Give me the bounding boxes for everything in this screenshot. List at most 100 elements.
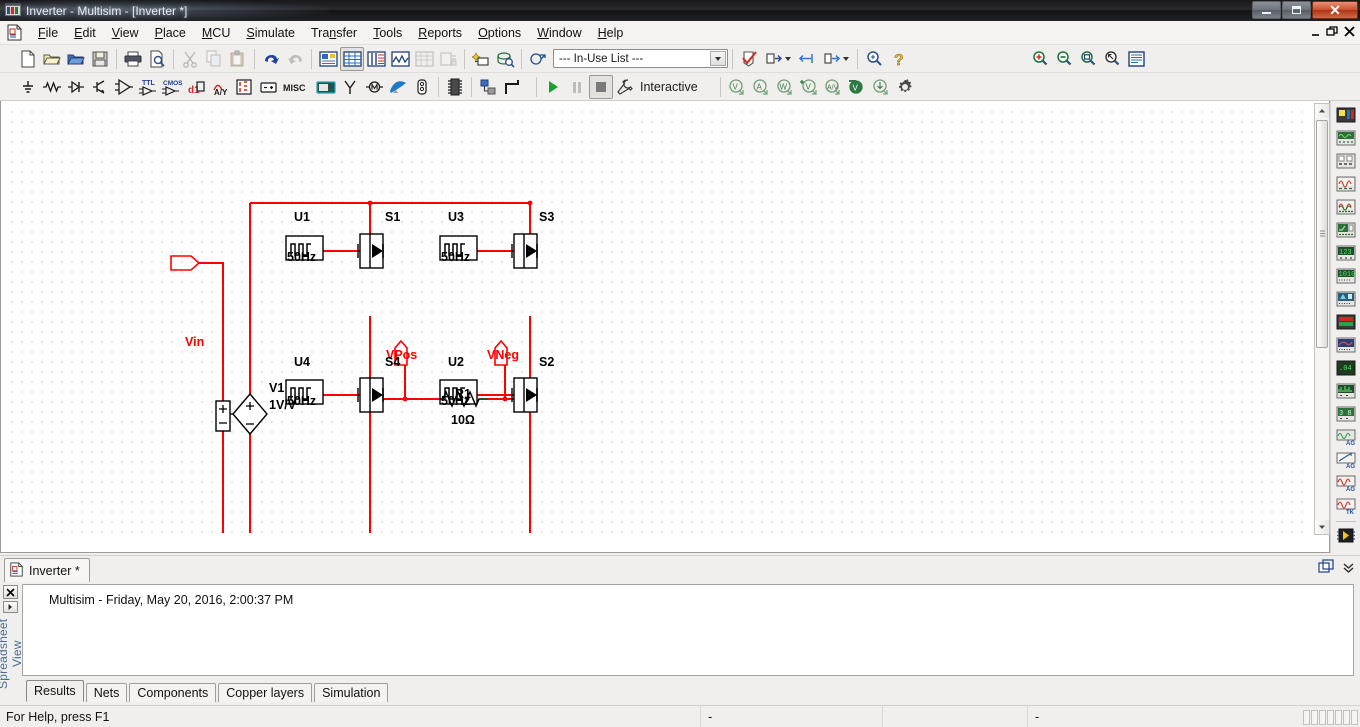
menu-options[interactable]: Options xyxy=(470,23,529,43)
redo-arrow-button[interactable] xyxy=(283,47,307,71)
function-generator-icon[interactable] xyxy=(1334,127,1358,149)
distortion-analyzer-icon[interactable]: .04 xyxy=(1334,357,1358,379)
spreadsheet-tab-simulation[interactable]: Simulation xyxy=(314,683,389,702)
probe-ref-voltage-icon[interactable]: A/V xyxy=(821,75,845,99)
open-file-button[interactable] xyxy=(40,47,64,71)
wrench-icon[interactable] xyxy=(613,75,637,99)
in-use-list-combo[interactable]: --- In-Use List --- xyxy=(553,49,728,68)
menu-mcu[interactable]: MCU xyxy=(194,23,238,43)
probe-power-icon[interactable]: W xyxy=(773,75,797,99)
place-electromechanical-motor-button[interactable] xyxy=(362,75,386,99)
labview-instruments-icon[interactable] xyxy=(1334,525,1358,547)
place-mcu-chip-button[interactable] xyxy=(443,75,467,99)
zoom-out-button[interactable] xyxy=(1052,47,1076,71)
place-ttl-button[interactable]: TTL xyxy=(136,75,160,99)
place-advanced-peripherals-button[interactable] xyxy=(314,75,338,99)
paste-button[interactable] xyxy=(226,47,250,71)
place-cmos-button[interactable]: CMOS xyxy=(160,75,184,99)
network-analyzer-icon[interactable]: 3 8 xyxy=(1334,403,1358,425)
gear-icon[interactable] xyxy=(893,75,917,99)
back-annotate-button[interactable] xyxy=(795,47,819,71)
zoom-sheet-button[interactable] xyxy=(1124,47,1148,71)
spreadsheet-tab-components[interactable]: Components xyxy=(129,683,217,702)
place-hierarchical-block-button[interactable] xyxy=(476,75,500,99)
transfer-to-ultiboard-button[interactable] xyxy=(761,47,795,71)
run-simulation-button[interactable] xyxy=(541,75,565,99)
pause-simulation-button[interactable] xyxy=(565,75,589,99)
iv-analyzer-icon[interactable] xyxy=(1334,334,1358,356)
probe-diff-voltage-icon[interactable]: V xyxy=(797,75,821,99)
database-magnifier-button[interactable] xyxy=(493,47,517,71)
menu-tools[interactable]: Tools xyxy=(365,23,410,43)
menu-reports[interactable]: Reports xyxy=(410,23,470,43)
logic-converter-icon[interactable] xyxy=(1334,288,1358,310)
place-connector-button[interactable] xyxy=(410,75,434,99)
restore-sheet-icon[interactable] xyxy=(1318,559,1335,579)
probe-digital-icon[interactable]: V xyxy=(845,75,869,99)
save-button[interactable] xyxy=(88,47,112,71)
frequency-counter-icon[interactable]: 123 xyxy=(1334,242,1358,264)
place-bus-button[interactable] xyxy=(500,75,524,99)
place-indicator-button[interactable] xyxy=(232,75,256,99)
agilent-multimeter-icon[interactable]: AG xyxy=(1334,449,1358,471)
open-design-button[interactable] xyxy=(64,47,88,71)
window-close-button[interactable]: ✕ xyxy=(1312,1,1358,19)
toggle-postprocessor-button[interactable] xyxy=(412,47,436,71)
menu-edit[interactable]: Edit xyxy=(66,23,104,43)
in-use-list-icon-button[interactable] xyxy=(526,47,550,71)
mdi-restore-button[interactable] xyxy=(1325,24,1340,39)
probe-current-icon[interactable]: A xyxy=(749,75,773,99)
place-misc-digital-button[interactable]: d1 xyxy=(184,75,208,99)
print-preview-button[interactable] xyxy=(145,47,169,71)
menu-file[interactable]: File xyxy=(30,23,66,43)
wattmeter-icon[interactable] xyxy=(1334,150,1358,172)
place-diode-button[interactable] xyxy=(64,75,88,99)
statusbar-resize-grip[interactable] xyxy=(1303,710,1358,725)
canvas-vertical-scrollbar[interactable] xyxy=(1314,103,1330,535)
schematic-canvas[interactable]: Vin VPos VNeg U1 50Hz U3 50Hz U4 50Hz U2… xyxy=(0,101,1330,553)
place-misc-button[interactable]: MISC xyxy=(280,75,314,99)
menu-transfer[interactable]: Transfer xyxy=(303,23,365,43)
spreadsheet-tab-nets[interactable]: Nets xyxy=(85,683,128,702)
sheet-tab-scroll-icon[interactable] xyxy=(1341,560,1356,578)
electrical-rules-check-button[interactable] xyxy=(737,47,761,71)
spreadsheet-tab-copper-layers[interactable]: Copper layers xyxy=(218,683,313,702)
menu-help[interactable]: Help xyxy=(590,23,632,43)
menu-window[interactable]: Window xyxy=(529,23,589,43)
place-mixed-button[interactable]: A/Y xyxy=(208,75,232,99)
menu-simulate[interactable]: Simulate xyxy=(238,23,303,43)
schematic-grid[interactable]: Vin VPos VNeg U1 50Hz U3 50Hz U4 50Hz U2… xyxy=(3,103,1311,533)
agilent-scope-icon[interactable]: AG xyxy=(1334,472,1358,494)
menu-view[interactable]: View xyxy=(104,23,147,43)
vscroll-up-arrow[interactable] xyxy=(1315,104,1329,118)
mdi-close-button[interactable] xyxy=(1342,24,1357,39)
bode-plotter-icon[interactable] xyxy=(1334,219,1358,241)
probe-new-icon[interactable] xyxy=(869,75,893,99)
new-part-button[interactable] xyxy=(469,47,493,71)
zoom-fit-button[interactable] xyxy=(1100,47,1124,71)
logic-analyzer-icon[interactable] xyxy=(1334,311,1358,333)
find-button[interactable] xyxy=(862,47,886,71)
place-power-button[interactable] xyxy=(256,75,280,99)
place-analog-opamp-button[interactable] xyxy=(112,75,136,99)
undo-arrow-button[interactable] xyxy=(259,47,283,71)
place-source-button[interactable] xyxy=(16,75,40,99)
copy-button[interactable] xyxy=(202,47,226,71)
multimeter-icon[interactable] xyxy=(1334,104,1358,126)
place-transistor-button[interactable] xyxy=(88,75,112,99)
oscilloscope-icon[interactable] xyxy=(1334,173,1358,195)
help-button[interactable]: ? xyxy=(886,47,910,71)
vscroll-down-arrow[interactable] xyxy=(1315,520,1329,534)
toggle-sdl-button[interactable] xyxy=(364,47,388,71)
toggle-spreadsheet-view-button[interactable] xyxy=(340,46,364,71)
spreadsheet-close-button[interactable] xyxy=(2,585,18,599)
four-channel-scope-icon[interactable] xyxy=(1334,196,1358,218)
document-icon[interactable] xyxy=(6,24,23,41)
mdi-minimize-button[interactable] xyxy=(1308,24,1323,39)
spreadsheet-results-content[interactable]: Multisim - Friday, May 20, 2016, 2:00:37… xyxy=(22,584,1354,676)
word-generator-icon[interactable]: 1010 xyxy=(1334,265,1358,287)
print-button[interactable] xyxy=(121,47,145,71)
spectrum-analyzer-icon[interactable] xyxy=(1334,380,1358,402)
sheet-tab-inverter[interactable]: Inverter * xyxy=(4,558,90,582)
cut-button[interactable] xyxy=(178,47,202,71)
